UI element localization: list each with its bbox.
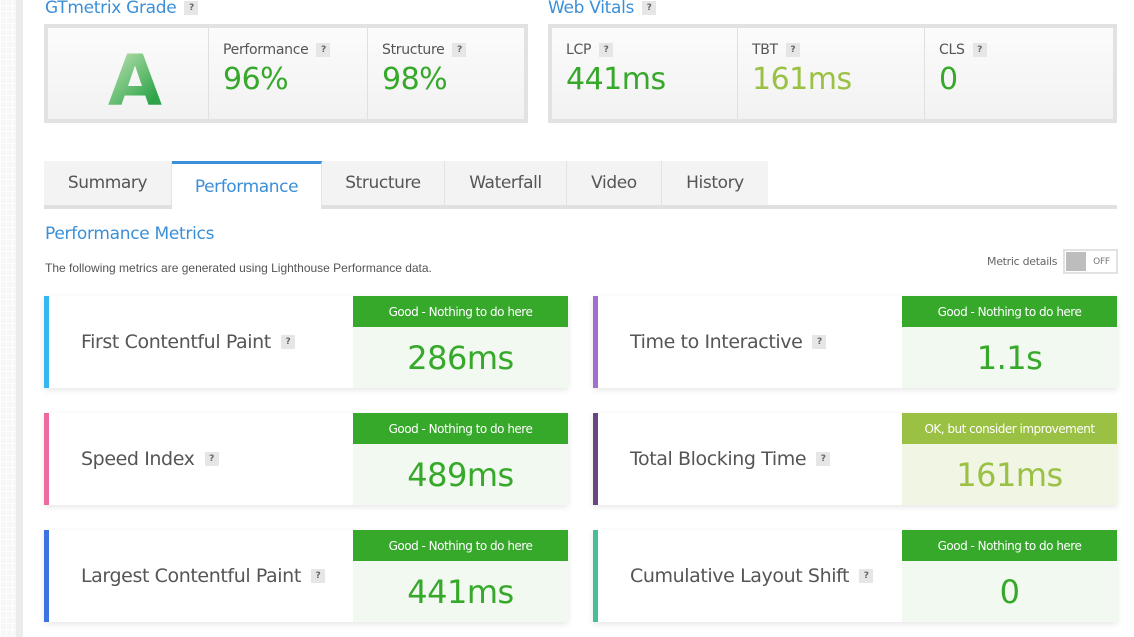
- help-icon[interactable]: ?: [816, 452, 831, 466]
- web-vital-value: 0: [939, 62, 958, 97]
- web-vitals-title: Web Vitals: [548, 0, 635, 18]
- metric-card: First Contentful Paint? Good - Nothing to…: [44, 296, 568, 388]
- help-icon[interactable]: ?: [599, 43, 614, 57]
- metric-status-badge: Good - Nothing to do here: [902, 296, 1117, 327]
- help-icon[interactable]: ?: [316, 43, 331, 57]
- web-vital-value: 441ms: [566, 62, 666, 97]
- metric-name: Speed Index: [81, 448, 195, 470]
- web-vital-label: TBT: [752, 42, 778, 58]
- metric-value: 286ms: [407, 338, 514, 377]
- web-vitals-heading: Web Vitals ?: [548, 0, 657, 18]
- web-vital-cls: CLS? 0: [925, 28, 1113, 119]
- tab-history[interactable]: History: [662, 161, 768, 205]
- metric-details-label: Metric details: [987, 255, 1058, 268]
- metric-value: 441ms: [407, 572, 514, 611]
- performance-score-cell: Performance? 96%: [209, 28, 368, 119]
- page-side-border: [16, 0, 23, 637]
- metric-name: Time to Interactive: [630, 331, 803, 353]
- performance-metrics-heading: Performance Metrics: [45, 224, 214, 244]
- help-icon[interactable]: ?: [280, 335, 295, 349]
- web-vitals-panel: LCP? 441ms TBT? 161ms CLS? 0: [548, 24, 1117, 123]
- tab-structure[interactable]: Structure: [322, 161, 445, 205]
- metric-name-cell: First Contentful Paint?: [49, 296, 353, 388]
- metric-value: 1.1s: [976, 338, 1043, 377]
- metric-name: Total Blocking Time: [630, 448, 807, 470]
- help-icon[interactable]: ?: [642, 1, 657, 15]
- toggle-knob[interactable]: [1066, 252, 1087, 271]
- toggle-state: OFF: [1093, 256, 1110, 267]
- metric-card: Cumulative Layout Shift? Good - Nothing t…: [593, 530, 1117, 622]
- metric-result: Good - Nothing to do here 489ms: [353, 413, 568, 505]
- help-icon[interactable]: ?: [812, 335, 827, 349]
- report-tabs: Summary Performance Structure Waterfall …: [44, 161, 1117, 209]
- metric-value: 0: [999, 572, 1020, 611]
- gtmetrix-grade-title: GTmetrix Grade: [45, 0, 177, 18]
- metric-status-badge: OK, but consider improvement: [902, 413, 1117, 444]
- help-icon[interactable]: ?: [184, 1, 199, 15]
- metric-result: Good - Nothing to do here 441ms: [353, 530, 568, 622]
- help-icon[interactable]: ?: [859, 569, 874, 583]
- metric-card: Speed Index? Good - Nothing to do here 489…: [44, 413, 568, 505]
- metric-status-badge: Good - Nothing to do here: [353, 530, 568, 561]
- metric-card: Total Blocking Time? OK, but consider imp…: [593, 413, 1117, 505]
- help-icon[interactable]: ?: [204, 452, 219, 466]
- metric-status-badge: Good - Nothing to do here: [353, 413, 568, 444]
- metric-result: Good - Nothing to do here 0: [902, 530, 1117, 622]
- web-vital-value: 161ms: [752, 62, 852, 97]
- metric-details-control: Metric details OFF: [987, 249, 1119, 274]
- structure-score-cell: Structure? 98%: [368, 28, 524, 119]
- performance-score-value: 96%: [223, 62, 289, 97]
- grade-letter: A: [107, 39, 163, 122]
- tab-waterfall[interactable]: Waterfall: [445, 161, 567, 205]
- gtmetrix-grade-panel: A Performance? 96% Structure? 98%: [44, 24, 528, 123]
- performance-score-label: Performance: [223, 42, 309, 58]
- metric-card: Largest Contentful Paint? Good - Nothing …: [44, 530, 568, 622]
- metric-card: Time to Interactive? Good - Nothing to do…: [593, 296, 1117, 388]
- help-icon[interactable]: ?: [310, 569, 325, 583]
- metric-name-cell: Largest Contentful Paint?: [49, 530, 353, 622]
- performance-metrics-description: The following metrics are generated usin…: [45, 261, 432, 275]
- metric-result: OK, but consider improvement 161ms: [902, 413, 1117, 505]
- help-icon[interactable]: ?: [785, 43, 800, 57]
- structure-score-label: Structure: [382, 42, 445, 58]
- metric-name-cell: Time to Interactive?: [598, 296, 902, 388]
- web-vital-tbt: TBT? 161ms: [738, 28, 925, 119]
- metric-result: Good - Nothing to do here 1.1s: [902, 296, 1117, 388]
- metric-result: Good - Nothing to do here 286ms: [353, 296, 568, 388]
- tab-video[interactable]: Video: [567, 161, 662, 205]
- metric-name: Largest Contentful Paint: [81, 565, 301, 587]
- metric-value: 489ms: [407, 455, 514, 494]
- web-vital-lcp: LCP? 441ms: [552, 28, 738, 119]
- performance-metrics-title: Performance Metrics: [45, 224, 215, 244]
- metric-value: 161ms: [956, 455, 1063, 494]
- metric-details-toggle[interactable]: OFF: [1063, 249, 1119, 274]
- metric-name-cell: Cumulative Layout Shift?: [598, 530, 902, 622]
- web-vital-label: CLS: [939, 42, 965, 58]
- tab-performance[interactable]: Performance: [172, 161, 322, 209]
- structure-score-value: 98%: [382, 62, 448, 97]
- help-icon[interactable]: ?: [972, 43, 987, 57]
- tab-summary[interactable]: Summary: [44, 161, 172, 205]
- grade-cell: A: [48, 28, 209, 119]
- metric-name: Cumulative Layout Shift: [630, 565, 850, 587]
- metric-name-cell: Total Blocking Time?: [598, 413, 902, 505]
- metric-status-badge: Good - Nothing to do here: [353, 296, 568, 327]
- gtmetrix-grade-heading: GTmetrix Grade ?: [45, 0, 199, 18]
- help-icon[interactable]: ?: [452, 43, 467, 57]
- metric-name-cell: Speed Index?: [49, 413, 353, 505]
- metric-name: First Contentful Paint: [81, 331, 271, 353]
- web-vital-label: LCP: [566, 42, 592, 58]
- metric-status-badge: Good - Nothing to do here: [902, 530, 1117, 561]
- page-background-pattern: [0, 0, 16, 637]
